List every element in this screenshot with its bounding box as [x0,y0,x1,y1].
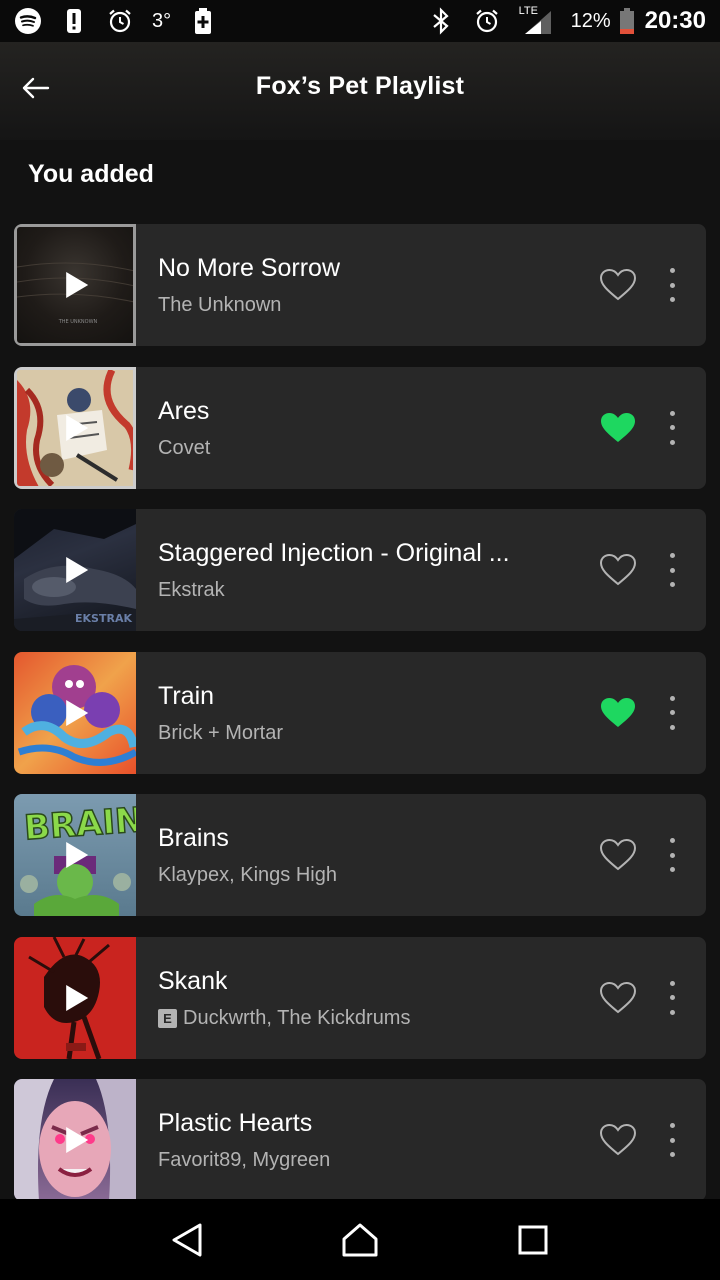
temperature-text: 3° [152,9,172,32]
track-row[interactable]: EKSTRAK Staggered Injection - Original .… [14,509,706,631]
track-artist-text: Ekstrak [158,579,225,601]
track-artist-text: The Unknown [158,294,282,316]
battery-saver-icon [189,7,217,35]
section-title: You added [28,160,154,188]
track-row[interactable]: Plastic Hearts Favorit89, Mygreen [14,1079,706,1199]
track-artist: Favorit89, Mygreen [158,1149,330,1172]
track-artist-text: Brick + Mortar [158,721,284,744]
like-button[interactable] [598,837,638,873]
track-row[interactable]: Skank E Duckwrth, The Kickdrums [14,936,706,1059]
heart-outline-icon [599,268,637,301]
more-options-button[interactable] [660,692,684,734]
track-artist: Brick + Mortar [158,722,283,745]
track-list: THE UNKNOWN No More Sorrow The Unknown A… [14,224,706,1199]
track-title: Ares [158,396,210,425]
album-cover[interactable]: BRAINS [14,794,136,916]
like-button[interactable] [598,267,638,303]
signal-icon: LTE [518,5,553,35]
alert-icon [60,7,88,35]
play-icon [66,842,89,868]
track-title: Skank [158,966,228,995]
more-options-button[interactable] [660,1119,684,1161]
svg-text:THE UNKNOWN: THE UNKNOWN [58,319,98,325]
track-title: Brains [158,824,229,852]
battery-icon [617,7,637,35]
heart-filled-icon [601,697,635,727]
track-row[interactable]: Ares Covet [14,366,706,489]
track-row[interactable]: Train Brick + Mortar [14,651,706,774]
more-options-button[interactable] [660,264,684,306]
like-button[interactable] [598,695,638,731]
album-cover[interactable] [14,651,136,774]
more-options-button[interactable] [660,834,684,876]
bluetooth-icon [427,7,455,35]
clock: 20:30 [644,7,706,34]
track-artist-text: Covet [158,436,211,459]
track-artist: Covet [158,437,210,460]
like-button[interactable] [598,410,638,446]
back-nav-icon [172,1223,202,1256]
more-options-button[interactable] [660,549,684,591]
system-nav-bar [0,1199,720,1280]
album-cover[interactable] [14,366,136,489]
album-cover[interactable] [14,936,136,1059]
recents-nav-button[interactable] [503,1210,563,1270]
track-artist: Klaypex, Kings High [158,864,337,887]
play-icon [66,557,89,583]
heart-outline-icon [599,838,637,871]
track-row[interactable]: BRAINS Brains Klaypex, Kings High [14,794,706,916]
album-cover[interactable]: EKSTRAK [14,509,136,631]
svg-text:EKSTRAK: EKSTRAK [75,612,132,625]
home-nav-icon [342,1223,378,1256]
album-cover[interactable]: THE UNKNOWN [14,224,136,346]
play-icon [66,699,89,726]
network-type-text: LTE [518,5,538,17]
heart-outline-icon [599,553,637,586]
track-artist: E Duckwrth, The Kickdrums [158,1007,410,1030]
explicit-badge: E [158,1008,177,1028]
track-artist-text: Favorit89, Mygreen [158,1149,331,1171]
heart-outline-icon [599,1123,637,1156]
page-title: Fox’s Pet Playlist [255,72,465,100]
heart-outline-icon [599,981,637,1013]
album-cover[interactable] [14,1079,136,1199]
play-icon [66,1127,89,1153]
track-artist-text: Klaypex, Kings High [158,864,337,886]
track-row[interactable]: THE UNKNOWN No More Sorrow The Unknown [14,224,706,346]
home-nav-button[interactable] [330,1210,390,1270]
track-artist-text: Duckwrth, The Kickdrums [183,1006,411,1029]
play-icon [66,272,89,298]
status-bar: 3° LTE 12% 20:30 [0,0,720,42]
like-button[interactable] [598,552,638,588]
track-artist: The Unknown [158,294,281,317]
track-title: Staggered Injection - Original ... [158,539,510,567]
more-options-button[interactable] [660,977,684,1019]
recents-nav-icon [518,1225,548,1254]
track-title: No More Sorrow [158,254,340,282]
battery-percent: 12% [570,9,611,32]
like-button[interactable] [598,1122,638,1158]
track-title: Plastic Hearts [158,1109,313,1137]
play-icon [66,414,89,441]
more-options-button[interactable] [660,407,684,449]
header: Fox’s Pet Playlist [0,42,720,140]
track-artist: Ekstrak [158,579,225,602]
like-button[interactable] [598,980,638,1016]
play-icon [66,984,89,1011]
back-nav-button[interactable] [157,1210,217,1270]
track-title: Train [158,681,215,710]
alarm-status-icon [473,7,501,35]
heart-filled-icon [601,412,635,442]
svg-text:BRAINS: BRAINS [23,798,136,848]
alarm-icon [106,7,134,35]
spotify-icon [14,7,42,35]
